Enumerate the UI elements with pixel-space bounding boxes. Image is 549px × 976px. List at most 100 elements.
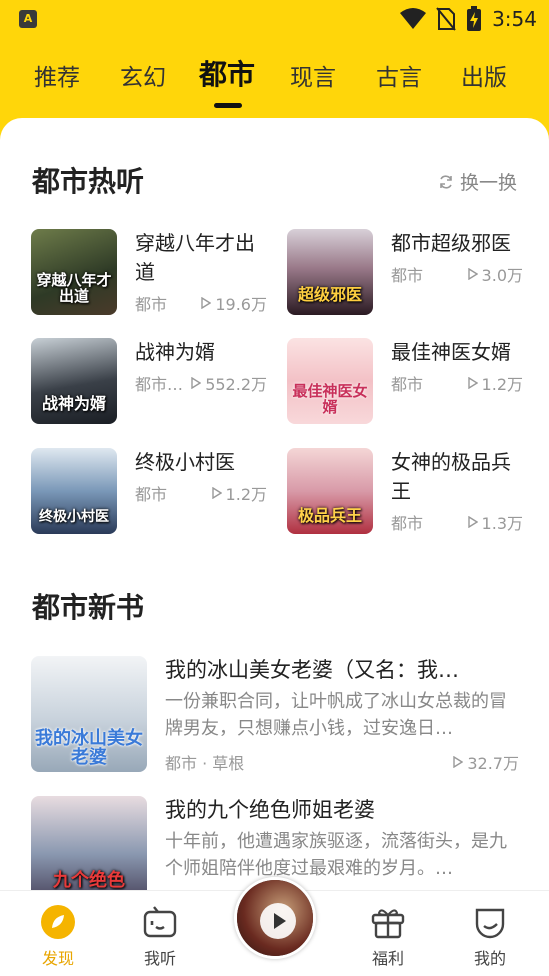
book-cover: 穿越八年才出道 bbox=[31, 229, 117, 315]
hot-section-title: 都市热听 bbox=[32, 165, 145, 198]
play-count-icon bbox=[467, 268, 478, 280]
cover-title-art: 穿越八年才出道 bbox=[36, 271, 112, 305]
cover-title-art: 最佳神医女婿 bbox=[292, 382, 368, 416]
status-time: 3:54 bbox=[492, 7, 537, 31]
play-count: 552.2万 bbox=[191, 371, 267, 395]
hot-book-card[interactable]: 战神为婿 战神为婿 都市… 552.2万 bbox=[31, 338, 271, 428]
profile-face-icon bbox=[475, 908, 505, 939]
play-count: 32.7万 bbox=[453, 750, 519, 774]
book-title: 我的九个绝色师姐老婆 bbox=[165, 798, 375, 822]
play-count-value: 1.2万 bbox=[481, 375, 523, 394]
book-cover: 终极小村医 bbox=[31, 448, 117, 534]
wifi-icon bbox=[400, 8, 427, 29]
book-cover: 我的冰山美女老婆 bbox=[31, 656, 147, 772]
book-title: 女神的极品兵王 bbox=[391, 450, 511, 503]
play-count-icon bbox=[453, 756, 464, 768]
book-title: 战神为婿 bbox=[135, 340, 215, 364]
nav-discover[interactable]: 发现 bbox=[28, 903, 88, 969]
play-count-icon bbox=[467, 516, 478, 528]
swap-button[interactable]: 换一换 bbox=[438, 168, 517, 195]
nav-listening-label: 我听 bbox=[143, 949, 176, 968]
book-tags: 都市 · 草根 bbox=[165, 754, 245, 773]
book-title: 终极小村医 bbox=[135, 450, 235, 474]
book-description: 一份兼职合同，让叶帆成了冰山女总裁的冒牌男友，只想赚点小钱，过安逸日… bbox=[165, 691, 507, 739]
book-cover: 极品兵王 bbox=[287, 448, 373, 534]
nav-mine[interactable]: 我的 bbox=[460, 903, 520, 969]
book-category: 都市… bbox=[135, 375, 184, 394]
hot-book-card[interactable]: 终极小村医 终极小村医 都市 1.2万 bbox=[31, 448, 271, 538]
tab-recommend[interactable]: 推荐 bbox=[34, 58, 80, 98]
hot-book-card[interactable]: 穿越八年才出道 穿越八年才出道 都市 19.6万 bbox=[31, 229, 271, 319]
book-category: 都市 bbox=[391, 266, 424, 285]
play-count-icon bbox=[211, 487, 222, 499]
play-count-value: 552.2万 bbox=[205, 375, 267, 394]
cover-title-art: 超级邪医 bbox=[297, 285, 362, 304]
book-meta: 都市 1.3万 bbox=[391, 510, 523, 534]
book-category: 都市 bbox=[135, 485, 168, 504]
status-icons: 3:54 bbox=[400, 6, 537, 32]
play-count-icon bbox=[467, 377, 478, 389]
category-tabs: 推荐 玄幻 都市 现言 古言 出版 bbox=[0, 58, 549, 108]
tab-published[interactable]: 出版 bbox=[461, 58, 507, 98]
play-count-value: 1.3万 bbox=[481, 514, 523, 533]
new-book-item[interactable]: 我的冰山美女老婆 我的冰山美女老婆（又名：我… 一份兼职合同，让叶帆成了冰山女总… bbox=[31, 656, 519, 774]
play-count-value: 32.7万 bbox=[467, 754, 519, 773]
nav-mine-label: 我的 bbox=[473, 949, 506, 968]
play-count: 19.6万 bbox=[201, 291, 267, 315]
book-title: 最佳神医女婿 bbox=[391, 340, 511, 364]
new-book-item[interactable]: 九个绝色 我的九个绝色师姐老婆 十年前，他遭遇家族驱逐，流落街头，是九个师姐陪伴… bbox=[31, 796, 519, 890]
nav-listening[interactable]: 我听 bbox=[130, 903, 190, 969]
book-meta: 都市 19.6万 bbox=[135, 291, 267, 315]
play-count-value: 1.2万 bbox=[225, 485, 267, 504]
gift-icon bbox=[371, 909, 405, 939]
book-meta: 都市 1.2万 bbox=[135, 481, 267, 505]
book-cover: 最佳神医女婿 bbox=[287, 338, 373, 424]
play-count: 1.2万 bbox=[211, 481, 267, 505]
play-icon bbox=[260, 903, 296, 939]
play-count-value: 19.6万 bbox=[215, 295, 267, 314]
nav-welfare-label: 福利 bbox=[371, 949, 404, 968]
swap-label: 换一换 bbox=[459, 172, 517, 194]
book-description: 十年前，他遭遇家族驱逐，流落街头，是九个师姐陪伴他度过最艰难的岁月。… bbox=[165, 831, 507, 879]
bottom-nav: 发现 我听 福利 我的 bbox=[0, 877, 549, 976]
no-sim-icon bbox=[436, 7, 456, 31]
book-meta: 都市 · 草根 32.7万 bbox=[165, 750, 519, 774]
book-title: 都市超级邪医 bbox=[391, 231, 511, 255]
cover-title-art: 九个绝色 bbox=[53, 870, 125, 890]
play-count-icon bbox=[191, 377, 202, 389]
app-notification-icon: A bbox=[19, 10, 37, 28]
book-meta: 都市 3.0万 bbox=[391, 262, 523, 286]
status-bar: A 3:54 bbox=[0, 0, 549, 40]
radio-tv-icon bbox=[143, 906, 177, 938]
book-title: 穿越八年才出道 bbox=[135, 231, 255, 284]
cover-title-art: 极品兵王 bbox=[297, 506, 362, 525]
nav-discover-label: 发现 bbox=[41, 949, 74, 968]
tab-modern-romance[interactable]: 现言 bbox=[290, 58, 336, 98]
new-section-title: 都市新书 bbox=[32, 591, 145, 624]
tab-urban[interactable]: 都市 bbox=[199, 55, 255, 95]
cover-title-art: 终极小村医 bbox=[39, 509, 109, 525]
book-meta: 都市… 552.2万 bbox=[135, 371, 267, 395]
tab-ancient-romance[interactable]: 古言 bbox=[376, 58, 422, 98]
play-count-value: 3.0万 bbox=[481, 266, 523, 285]
discover-icon bbox=[41, 905, 75, 939]
book-category: 都市 bbox=[391, 514, 424, 533]
cover-title-art: 战神为婿 bbox=[41, 394, 106, 413]
play-count-icon bbox=[201, 297, 212, 309]
main-content: 都市热听 换一换 穿越八年才出道 穿越八年才出道 都市 19.6万 超级邪医 都… bbox=[0, 118, 549, 890]
book-cover: 战神为婿 bbox=[31, 338, 117, 424]
book-category: 都市 bbox=[135, 295, 168, 314]
hot-book-card[interactable]: 超级邪医 都市超级邪医 都市 3.0万 bbox=[287, 229, 527, 319]
play-count: 3.0万 bbox=[467, 262, 523, 286]
hot-book-card[interactable]: 极品兵王 女神的极品兵王 都市 1.3万 bbox=[287, 448, 527, 538]
player-button[interactable] bbox=[234, 877, 316, 959]
nav-welfare[interactable]: 福利 bbox=[358, 903, 418, 969]
book-cover: 九个绝色 bbox=[31, 796, 147, 890]
battery-charging-icon bbox=[467, 6, 482, 31]
play-count: 1.3万 bbox=[467, 510, 523, 534]
hot-book-card[interactable]: 最佳神医女婿 最佳神医女婿 都市 1.2万 bbox=[287, 338, 527, 428]
tab-fantasy[interactable]: 玄幻 bbox=[120, 58, 166, 98]
book-title: 我的冰山美女老婆（又名：我… bbox=[165, 658, 459, 682]
cover-title-art: 我的冰山美女老婆 bbox=[35, 728, 143, 768]
active-tab-indicator bbox=[214, 103, 242, 108]
